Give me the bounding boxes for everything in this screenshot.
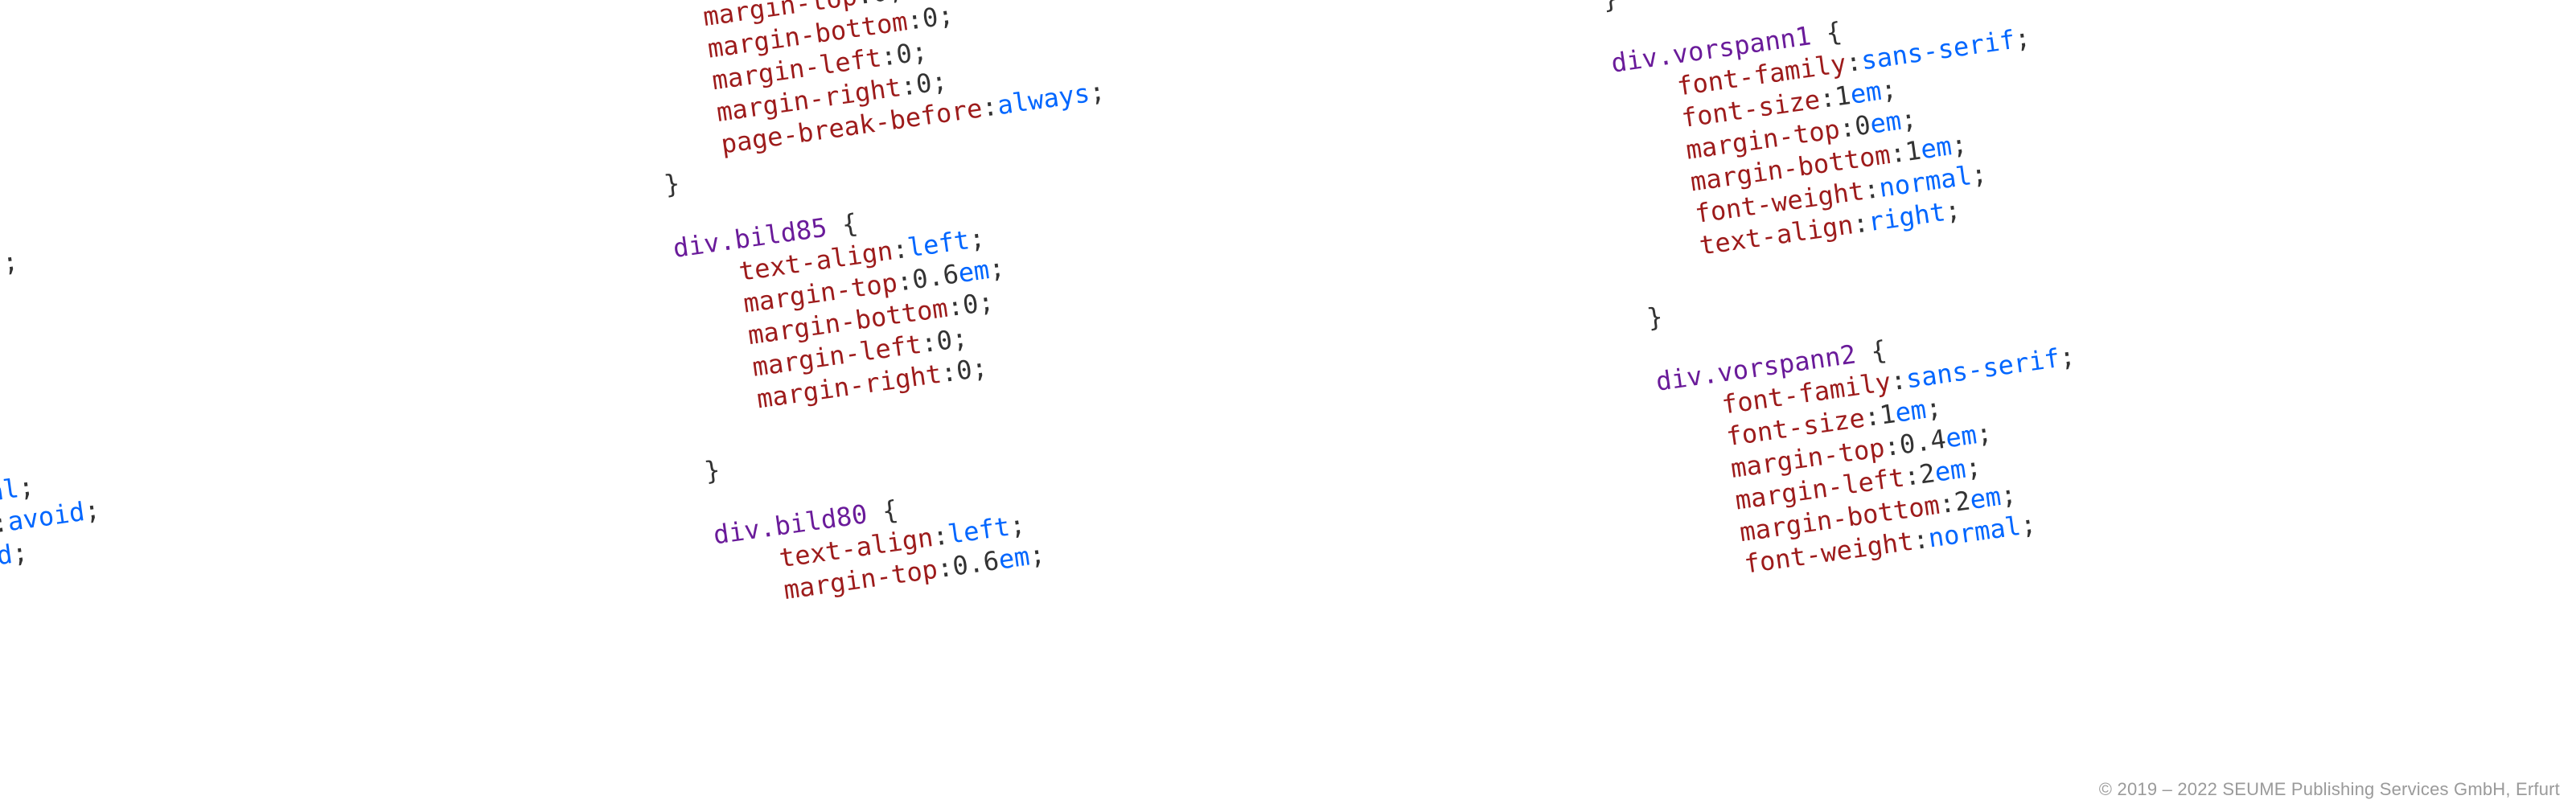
code-column-mid: div.bil text-align:l margin-top:0; margi… (631, 0, 1169, 615)
code-column-left: 0; :0; 0; om:0; ily:sans-serif; e:2.5em;… (0, 15, 106, 596)
code-column-right: } div.vorspann1 { font-family:sans-serif… (1600, 0, 2100, 589)
footer-copyright: © 2019 – 2022 SEUME Publishing Services … (2099, 778, 2560, 801)
